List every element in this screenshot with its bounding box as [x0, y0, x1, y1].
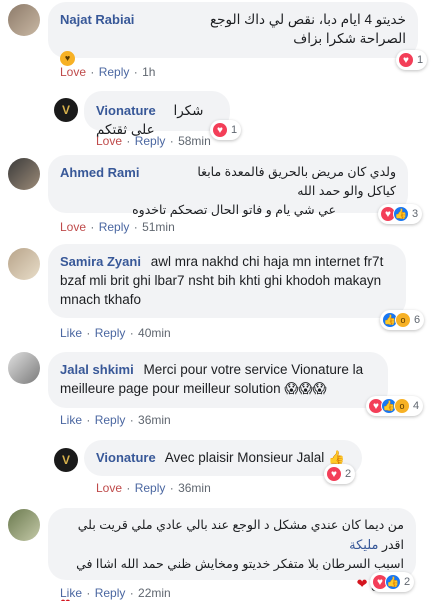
- love-button[interactable]: Love: [60, 65, 86, 79]
- thumbs-up-emoji-icon: 👍: [328, 450, 345, 465]
- comment-bubble: Ahmed Rami ولدي كان مريض بالحريق فالمعدة…: [48, 155, 408, 217]
- love-button[interactable]: Love: [96, 134, 122, 148]
- comment-time[interactable]: 40min: [138, 326, 171, 340]
- comment-bubble: Vionature Avec plaisir Monsieur Jalal 👍: [84, 440, 362, 476]
- comment-time[interactable]: 1h: [142, 65, 155, 79]
- wow-reaction-icon: o: [395, 312, 411, 328]
- heart-eyes-emoji-icon: ♥: [60, 50, 75, 66]
- comment-text-line1: ولدي كان مريض بالحريق فالمعدة مابغا كياك…: [197, 165, 396, 198]
- love-button[interactable]: Love: [96, 481, 122, 495]
- reply-button[interactable]: Reply: [95, 586, 126, 600]
- reaction-summary[interactable]: ♥ 👍 3: [378, 204, 423, 224]
- heart-emoji-icon: ❤: [356, 576, 368, 591]
- reaction-summary[interactable]: ♥ 👍 o 4: [366, 396, 424, 416]
- comment-author[interactable]: Vionature: [96, 103, 156, 118]
- comment-bubble: Vionature شكرا على ثقتكم: [84, 91, 230, 137]
- reaction-summary[interactable]: 👍 o 6: [380, 310, 425, 330]
- love-reaction-icon: ♥: [326, 466, 342, 482]
- avatar[interactable]: [8, 352, 40, 384]
- comment-author[interactable]: Jalal shkimi: [60, 362, 134, 377]
- love-reaction-icon: ♥: [398, 52, 414, 68]
- comment-bubble: Jalal shkimi Merci pour votre service Vi…: [48, 352, 388, 408]
- comment-text: خديتو 4 ايام دبا، نقص لي داك الوجع الصرا…: [210, 12, 406, 46]
- comment-time[interactable]: 51min: [142, 220, 175, 234]
- scream-emoji-icon: 😱😱😱: [284, 381, 327, 396]
- reaction-summary[interactable]: ♥ 👍 2: [370, 572, 415, 592]
- love-reaction-icon: ♥: [212, 122, 228, 138]
- avatar[interactable]: [8, 248, 40, 280]
- like-reaction-icon: 👍: [393, 206, 409, 222]
- comment-actions: Like · Reply · 40min: [60, 326, 171, 340]
- comment-actions: Love · Reply · 36min: [96, 481, 211, 495]
- like-reaction-icon: 👍: [385, 574, 401, 590]
- comment-time[interactable]: 36min: [138, 413, 171, 427]
- like-button[interactable]: Like: [60, 413, 82, 427]
- avatar[interactable]: [8, 509, 40, 541]
- comment-author[interactable]: Vionature: [96, 450, 156, 465]
- comment-bubble: Samira Zyani awl mra nakhd chi haja mn i…: [48, 244, 406, 318]
- comment-actions: Love · Reply · 58min: [96, 134, 211, 148]
- reply-button[interactable]: Reply: [95, 413, 126, 427]
- comment-author[interactable]: Najat Rabiai: [60, 12, 134, 27]
- reply-button[interactable]: Reply: [135, 481, 166, 495]
- comment-author[interactable]: Samira Zyani: [60, 254, 141, 269]
- comment-time[interactable]: 22min: [138, 586, 171, 600]
- reaction-summary[interactable]: ♥ 1: [396, 50, 428, 70]
- like-button[interactable]: Like: [60, 586, 82, 600]
- vionature-avatar[interactable]: V: [54, 448, 78, 472]
- avatar[interactable]: [8, 4, 40, 36]
- like-button[interactable]: Like: [60, 326, 82, 340]
- reaction-summary[interactable]: ♥ 1: [210, 120, 242, 140]
- vionature-avatar[interactable]: V: [54, 98, 78, 122]
- comment-actions: Love · Reply · 1h: [60, 65, 156, 79]
- comment-time[interactable]: 58min: [178, 134, 211, 148]
- love-button[interactable]: Love: [60, 220, 86, 234]
- comment-bubble: من ديما كان عندي مشكل د الوجع عند بالي ع…: [48, 508, 416, 601]
- comment-actions: Love · Reply · 51min: [60, 220, 175, 234]
- avatar[interactable]: [8, 158, 40, 190]
- comment-text-line2: عي شي يام و فاتو الحال تصحكم تاخدوه: [132, 203, 336, 217]
- reply-button[interactable]: Reply: [99, 220, 130, 234]
- wow-reaction-icon: o: [394, 398, 410, 414]
- reaction-summary[interactable]: ♥ 2: [324, 464, 356, 484]
- comment-time[interactable]: 36min: [178, 481, 211, 495]
- comment-bubble: Najat Rabiai خديتو 4 ايام دبا، نقص لي دا…: [48, 2, 418, 66]
- comment-text: Avec plaisir Monsieur Jalal: [164, 450, 325, 465]
- comment-author[interactable]: Ahmed Rami: [60, 165, 139, 180]
- comment-actions: Like · Reply · 36min: [60, 413, 171, 427]
- comment-author[interactable]: مليكة: [349, 537, 378, 552]
- reply-button[interactable]: Reply: [99, 65, 130, 79]
- reply-button[interactable]: Reply: [135, 134, 166, 148]
- comment-actions: Like · Reply · 22min: [60, 586, 171, 600]
- reply-button[interactable]: Reply: [95, 326, 126, 340]
